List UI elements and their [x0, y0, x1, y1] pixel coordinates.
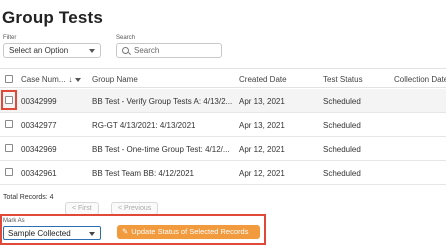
mark-as-select[interactable]: Sample Collected: [3, 226, 101, 240]
table-row[interactable]: 00342999 BB Test - Verify Group Tests A:…: [0, 89, 446, 113]
created-date: Apr 13, 2021: [239, 121, 285, 130]
column-header-created-date[interactable]: Created Date: [239, 75, 287, 84]
row-checkbox[interactable]: [5, 120, 13, 128]
mark-as-label: Mark As: [3, 218, 25, 224]
column-header-group-name[interactable]: Group Name: [92, 75, 138, 84]
chevron-down-icon: [89, 49, 95, 53]
update-status-button[interactable]: ✎ Update Status of Selected Records: [117, 225, 260, 239]
group-name[interactable]: BB Test - Verify Group Tests A: 4/13/2..…: [92, 97, 232, 106]
mark-as-value: Sample Collected: [8, 229, 71, 238]
search-placeholder: Search: [134, 46, 160, 55]
highlight-box: [1, 90, 17, 110]
test-status: Scheduled: [323, 145, 361, 154]
row-checkbox[interactable]: [5, 144, 13, 152]
total-records: Total Records: 4: [3, 194, 54, 201]
filter-label: Filter: [3, 35, 17, 41]
created-date: Apr 12, 2021: [239, 169, 285, 178]
filter-select[interactable]: Select an Option: [3, 43, 101, 58]
update-status-label: Update Status of Selected Records: [131, 227, 249, 236]
select-all-checkbox[interactable]: [5, 75, 13, 83]
filter-select-value: Select an Option: [9, 46, 69, 55]
column-header-case-number[interactable]: Case Num... ↓: [21, 75, 82, 84]
sort-arrow-icon: ↓: [68, 75, 73, 84]
table-row[interactable]: 00342961 BB Test Team BB: 4/12/2021 Apr …: [0, 161, 446, 185]
created-date: Apr 13, 2021: [239, 97, 285, 106]
group-name[interactable]: BB Test Team BB: 4/12/2021: [92, 169, 194, 178]
table-row[interactable]: 00342969 BB Test - One-time Group Test: …: [0, 137, 446, 161]
search-icon: [122, 47, 129, 54]
chevron-down-icon[interactable]: [75, 77, 82, 82]
search-label: Search: [116, 35, 136, 41]
table-header: Case Num... ↓ Group Name Created Date Tes…: [0, 68, 446, 88]
test-status: Scheduled: [323, 97, 361, 106]
table-row[interactable]: 00342977 RG-GT 4/13/2021: 4/13/2021 Apr …: [0, 113, 446, 137]
column-header-collection-date[interactable]: Collection Date: [394, 75, 446, 84]
search-input[interactable]: Search: [116, 43, 222, 58]
test-status: Scheduled: [323, 169, 361, 178]
case-number[interactable]: 00342969: [21, 145, 57, 154]
case-number[interactable]: 00342961: [21, 169, 57, 178]
page-title: Group Tests: [2, 8, 104, 27]
case-number[interactable]: 00342999: [21, 97, 57, 106]
chevron-down-icon: [89, 232, 95, 236]
pencil-icon: ✎: [122, 227, 129, 236]
test-status: Scheduled: [323, 121, 361, 130]
created-date: Apr 12, 2021: [239, 145, 285, 154]
group-name[interactable]: RG-GT 4/13/2021: 4/13/2021: [92, 121, 195, 130]
column-header-test-status[interactable]: Test Status: [323, 75, 363, 84]
group-name[interactable]: BB Test - One-time Group Test: 4/12/...: [92, 145, 230, 154]
case-number[interactable]: 00342977: [21, 121, 57, 130]
row-checkbox[interactable]: [5, 168, 13, 176]
